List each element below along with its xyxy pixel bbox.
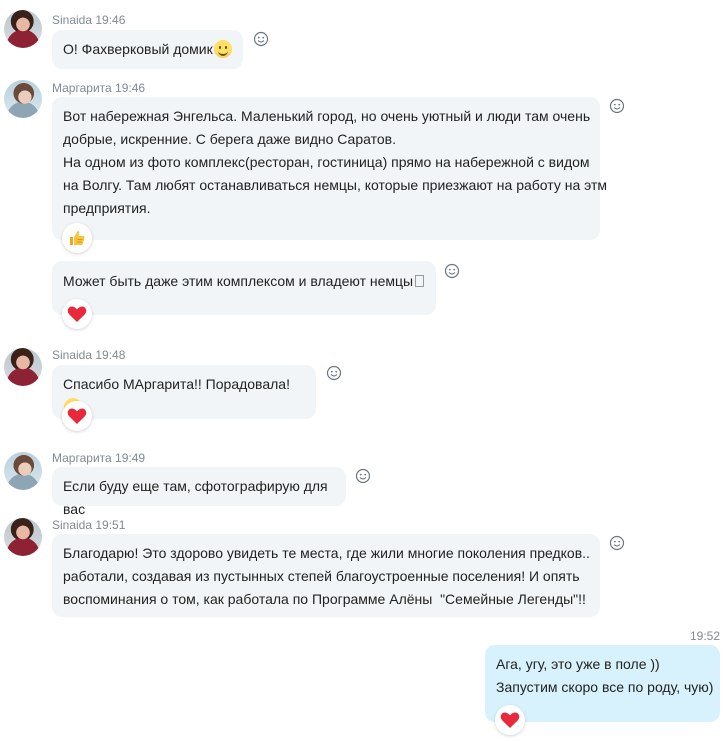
author-name: Маргарита bbox=[52, 451, 112, 465]
message-meta: Sinaida 19:46 bbox=[52, 13, 125, 27]
avatar-margarita[interactable] bbox=[4, 452, 42, 490]
heart-reaction[interactable] bbox=[62, 299, 92, 329]
message-text-line: Вот набережная Энгельса. Маленький город… bbox=[63, 108, 591, 124]
avatar-sinaida[interactable] bbox=[4, 518, 42, 556]
message-time: 19:46 bbox=[95, 13, 126, 27]
message-text-line: на Волгу. Там любят останавливаться немц… bbox=[63, 177, 608, 193]
message-time: 19:52 bbox=[689, 629, 720, 643]
message-meta: Маргарита 19:49 bbox=[52, 451, 145, 465]
unknown-glyph bbox=[415, 275, 425, 287]
add-reaction-icon[interactable] bbox=[609, 98, 625, 114]
message-text-line: На одном из фото комплекс(ресторан, гост… bbox=[63, 154, 590, 170]
message-text-line: Благодарю! Это здорово увидеть те места,… bbox=[63, 545, 590, 561]
message-text-line: работали, создавая из пустынных степей б… bbox=[63, 568, 580, 584]
message-meta: Sinaida 19:48 bbox=[52, 348, 125, 362]
message-bubble[interactable]: Может быть даже этим комплексом и владею… bbox=[52, 261, 436, 315]
heart-reaction[interactable] bbox=[62, 401, 92, 431]
message-bubble[interactable]: Благодарю! Это здорово увидеть те места,… bbox=[52, 534, 600, 617]
message-text: Если буду еще там, сфотографирую для вас bbox=[63, 478, 328, 517]
message-time: 19:48 bbox=[95, 348, 126, 362]
message-text-line: Ага, угу, это уже в поле )) bbox=[496, 656, 660, 672]
thumbs-up-icon bbox=[70, 231, 85, 245]
message-text-line: Запустим скоро все по роду, чую) bbox=[496, 679, 714, 695]
add-reaction-icon[interactable] bbox=[609, 535, 625, 551]
heart-icon bbox=[67, 408, 87, 424]
message-text: О! Фахверковый домик bbox=[63, 41, 213, 57]
heart-reaction[interactable] bbox=[495, 705, 525, 735]
message-text-line: предприятия. bbox=[63, 200, 151, 216]
add-reaction-icon[interactable] bbox=[444, 263, 460, 279]
smile-emoji bbox=[213, 40, 232, 58]
message-bubble[interactable]: Если буду еще там, сфотографирую для вас bbox=[52, 467, 346, 517]
message-bubble[interactable]: Спасибо МАргарита!! Порадовала! bbox=[52, 365, 316, 419]
message-text: Спасибо МАргарита!! Порадовала! bbox=[63, 376, 290, 392]
message-text: Может быть даже этим комплексом и владею… bbox=[63, 273, 414, 289]
add-reaction-icon[interactable] bbox=[326, 365, 342, 381]
message-time: 19:51 bbox=[95, 518, 126, 532]
message-time: 19:49 bbox=[115, 451, 146, 465]
thumbs-up-reaction[interactable] bbox=[62, 223, 92, 253]
author-name: Sinaida bbox=[52, 13, 93, 27]
avatar-sinaida[interactable] bbox=[4, 348, 42, 386]
heart-icon bbox=[67, 306, 87, 322]
avatar-sinaida[interactable] bbox=[4, 10, 42, 48]
message-time: 19:46 bbox=[115, 81, 146, 95]
add-reaction-icon[interactable] bbox=[355, 468, 371, 484]
author-name: Sinaida bbox=[52, 348, 93, 362]
avatar-margarita[interactable] bbox=[4, 80, 42, 118]
author-name: Маргарита bbox=[52, 81, 112, 95]
message-meta: Sinaida 19:51 bbox=[52, 518, 125, 532]
message-text-line: воспоминания о том, как работала по Прог… bbox=[63, 591, 586, 607]
add-reaction-icon[interactable] bbox=[253, 31, 269, 47]
message-meta: Маргарита 19:46 bbox=[52, 81, 145, 95]
chat-conversation: Sinaida 19:46 О! Фахверковый домик Марга… bbox=[0, 0, 724, 741]
message-bubble[interactable]: Вот набережная Энгельса. Маленький город… bbox=[52, 97, 608, 240]
heart-icon bbox=[500, 712, 520, 728]
message-bubble[interactable]: О! Фахверковый домик bbox=[52, 30, 243, 69]
message-text-line: добрые, искренние. С берега даже видно С… bbox=[63, 131, 396, 147]
author-name: Sinaida bbox=[52, 518, 93, 532]
